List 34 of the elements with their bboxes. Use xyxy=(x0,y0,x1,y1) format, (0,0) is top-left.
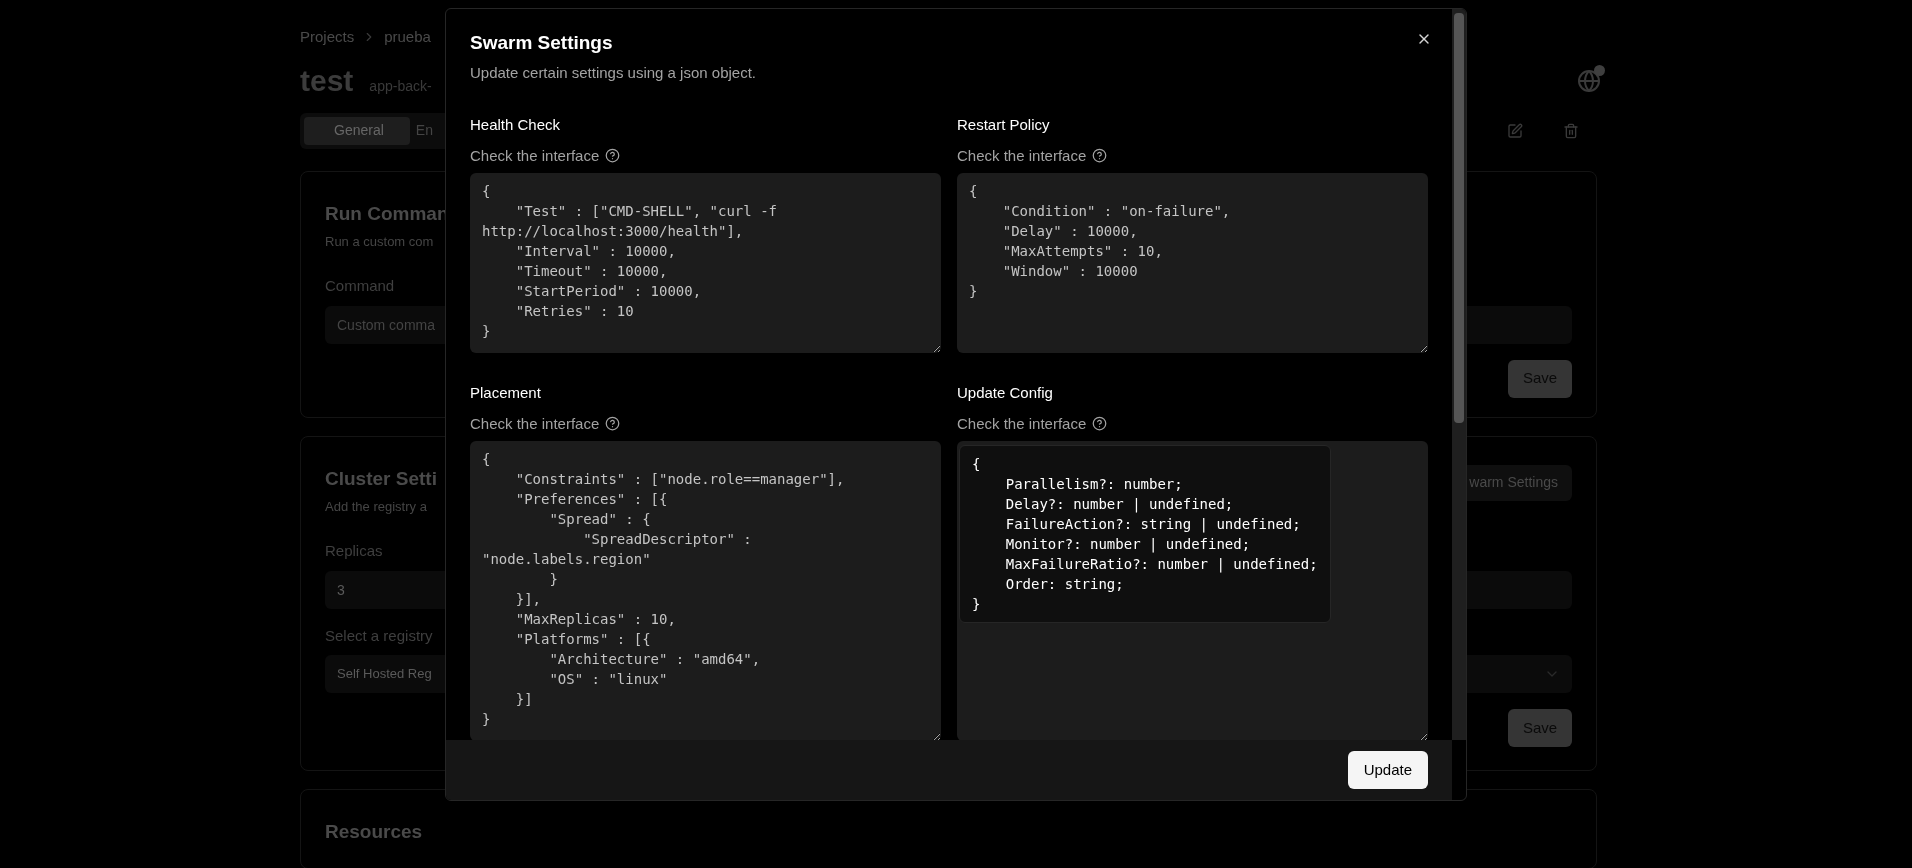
section-label: Restart Policy xyxy=(957,115,1050,135)
json-editor[interactable]: { "Constraints" : ["node.role==manager"], "Preferences" : [{ "Spread" : { "SpreadDescriptor" : "node.labels.region" } }], "MaxReplicas" : 10, "Platforms" : [{ "Architecture" : "amd64", "OS" : "linux" }] } xyxy=(470,441,941,740)
card-title: Resources xyxy=(325,819,423,844)
scrollbar-thumb[interactable] xyxy=(1454,13,1464,423)
card-title: Cluster Setti xyxy=(325,466,437,491)
field-label: Select a registry xyxy=(325,625,433,646)
field-label: Replicas xyxy=(325,541,383,561)
card-title: Run Comman xyxy=(325,201,449,226)
breadcrumb-link[interactable]: prueba xyxy=(384,26,431,49)
help-icon[interactable] xyxy=(1092,416,1108,432)
tab[interactable]: En xyxy=(409,116,439,145)
hint-text: Check the interface xyxy=(957,145,1087,166)
dialog-title: Swarm Settings xyxy=(470,31,613,55)
section-label: Placement xyxy=(470,383,541,403)
update-button[interactable]: Update xyxy=(1347,751,1428,789)
page-title: test xyxy=(300,63,354,99)
breadcrumb-link[interactable]: Projects xyxy=(300,26,355,49)
json-editor[interactable]: { "Condition" : "on-failure", "Delay" : 10000, "MaxAttempts" : 10, "Window" : 10000 } xyxy=(957,173,1428,353)
help-icon[interactable] xyxy=(605,416,621,432)
section-label: Update Config xyxy=(957,383,1053,403)
app-name: app-back- xyxy=(369,77,432,96)
field-label: Command xyxy=(325,276,395,296)
hint-text: Check the interface xyxy=(470,145,600,166)
hint-text: Check the interface xyxy=(957,413,1087,434)
card-description: Add the registry a xyxy=(325,497,427,516)
interface-tooltip: { Parallelism?: number; Delay?: number | undefined; FailureAction?: string | undefined; Monitor?: number | undefined; MaxFailureRatio?: number | undefined; Order: string; } xyxy=(959,445,1331,623)
help-icon[interactable] xyxy=(605,148,621,164)
help-icon[interactable] xyxy=(1092,148,1108,164)
section-label: Health Check xyxy=(470,115,561,135)
card-description: Run a custom com xyxy=(325,232,434,251)
tab[interactable]: General xyxy=(304,116,410,145)
dialog-description: Update certain settings using a json object. xyxy=(470,62,756,83)
hint-text: Check the interface xyxy=(470,413,600,434)
json-editor[interactable]: { "Test" : ["CMD-SHELL", "curl -f http://localhost:3000/health"], "Interval" : 10000, "Timeout" : 10000, "StartPeriod" : 10000, "Retries" : 10 } xyxy=(470,173,941,353)
